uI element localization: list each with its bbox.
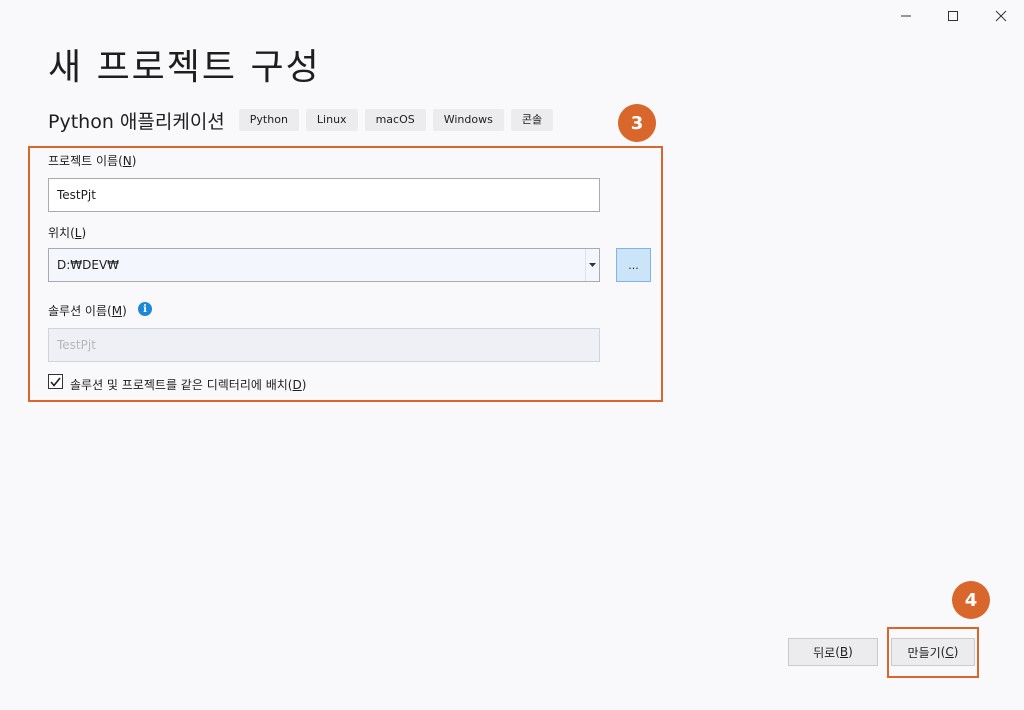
callout-badge-4: 4 xyxy=(952,581,990,619)
minimize-icon xyxy=(901,15,911,17)
callout-badge-3: 3 xyxy=(618,104,656,142)
tag-macos: macOS xyxy=(364,109,426,131)
location-combobox[interactable]: D:₩DEV₩ xyxy=(48,248,600,282)
same-directory-checkbox[interactable] xyxy=(48,374,63,389)
maximize-icon xyxy=(948,11,958,21)
tag-linux: Linux xyxy=(305,109,358,131)
solution-name-input: TestPjt xyxy=(48,328,600,362)
solution-name-label: 솔루션 이름(M) xyxy=(48,304,127,318)
callout-frame-create xyxy=(887,627,979,678)
tag-python: Python xyxy=(238,109,299,131)
dropdown-arrow-icon[interactable] xyxy=(585,249,599,281)
back-button[interactable]: 뒤로(B) xyxy=(788,638,878,666)
configure-project-window: 새 프로젝트 구성 Python 애플리케이션 Python Linux mac… xyxy=(0,0,1024,710)
maximize-button[interactable] xyxy=(930,4,976,28)
project-name-input[interactable]: TestPjt xyxy=(48,178,600,212)
project-name-value: TestPjt xyxy=(57,188,96,202)
project-name-label: 프로젝트 이름(N) xyxy=(48,154,137,168)
close-icon xyxy=(995,10,1007,22)
solution-name-value: TestPjt xyxy=(57,338,96,352)
browse-button[interactable]: ... xyxy=(616,248,651,282)
tag-console: 콘솔 xyxy=(510,109,554,131)
template-name: Python 애플리케이션 xyxy=(48,110,225,133)
page-title: 새 프로젝트 구성 xyxy=(48,47,321,88)
checkmark-icon xyxy=(50,377,61,387)
location-label: 위치(L) xyxy=(48,226,87,240)
minimize-button[interactable] xyxy=(883,4,929,28)
location-value: D:₩DEV₩ xyxy=(57,258,120,272)
info-icon[interactable]: i xyxy=(138,302,152,316)
close-button[interactable] xyxy=(978,4,1024,28)
template-info: Python 애플리케이션 Python Linux macOS Windows… xyxy=(48,106,560,134)
same-directory-label[interactable]: 솔루션 및 프로젝트를 같은 디렉터리에 배치(D) xyxy=(70,376,306,393)
tag-windows: Windows xyxy=(432,109,504,131)
